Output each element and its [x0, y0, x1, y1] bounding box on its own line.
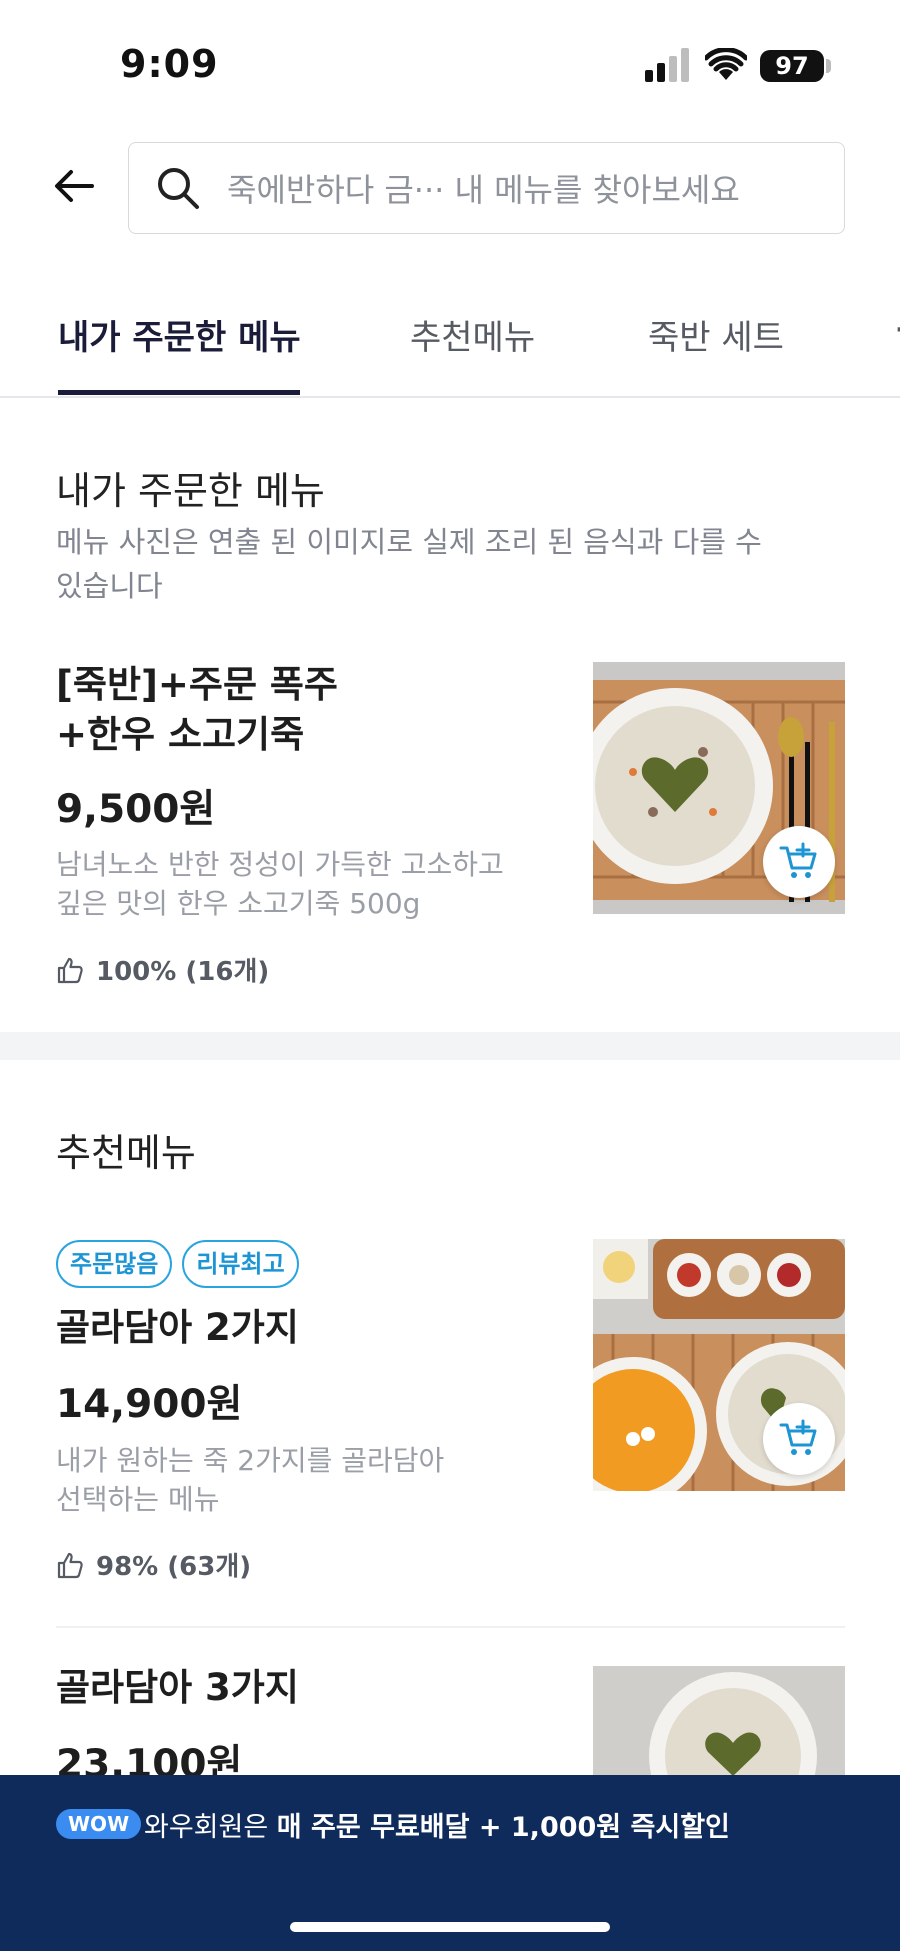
status-time: 9:09	[120, 42, 219, 86]
item-name: 골라담아 2가지	[56, 1306, 299, 1349]
add-to-cart-button[interactable]	[763, 1403, 835, 1475]
item-desc-line2: 선택하는 메뉴	[56, 1483, 220, 1516]
item-desc-line1: 내가 원하는 죽 2가지를 골라담아	[56, 1444, 445, 1477]
item-desc-line2: 깊은 맛의 한우 소고기죽 500g	[56, 887, 421, 920]
menu-tabs: 내가 주문한 메뉴 추천메뉴 죽반 세트 ·	[0, 290, 900, 398]
tab-set[interactable]: 죽반 세트	[648, 310, 784, 359]
wow-banner-text: 와우회원은 매 주문 무료배달 + 1,000원 즉시할인	[144, 1805, 730, 1844]
arrow-left-icon	[55, 170, 94, 202]
search-input[interactable]: 죽에반하다 금··· 내 메뉴를 찾아보세요	[128, 142, 845, 234]
item-description: 내가 원하는 죽 2가지를 골라담아 선택하는 메뉴	[56, 1441, 576, 1519]
cart-plus-icon	[779, 842, 817, 878]
item-price: 9,500원	[56, 787, 216, 832]
battery-tip	[826, 59, 831, 73]
wow-badge: WOW	[56, 1809, 142, 1839]
section-title-ordered: 내가 주문한 메뉴	[56, 469, 325, 513]
badge-popular: 주문많음	[56, 1240, 173, 1288]
item-description: 남녀노소 반한 정성이 가득한 고소하고 깊은 맛의 한우 소고기죽 500g	[56, 845, 576, 923]
photo-disclaimer: 메뉴 사진은 연출 된 이미지로 실제 조리 된 음식과 다를 수 있습니다	[56, 525, 762, 603]
item-rating: 98% (63개)	[56, 1546, 251, 1583]
item-price: 14,900원	[56, 1382, 243, 1427]
item-name: 골라담아 3가지	[56, 1666, 299, 1709]
item-name-line1: [죽반]+주문 폭주	[56, 663, 338, 706]
back-button[interactable]	[48, 160, 100, 212]
section-divider	[0, 1032, 900, 1060]
status-bar: 9:09 97	[0, 0, 900, 110]
cart-plus-icon	[779, 1419, 817, 1455]
badge-best-review: 리뷰최고	[182, 1240, 299, 1288]
home-indicator[interactable]	[290, 1922, 610, 1932]
search-placeholder: 죽에반하다 금··· 내 메뉴를 찾아보세요	[227, 171, 740, 209]
row-divider	[56, 1626, 845, 1628]
item-name-line2: +한우 소고기죽	[56, 713, 305, 756]
badge-group: 주문많음 리뷰최고	[56, 1240, 299, 1288]
section-title-recommended: 추천메뉴	[56, 1131, 196, 1175]
item-desc-line1: 남녀노소 반한 정성이 가득한 고소하고	[56, 848, 504, 881]
search-icon	[158, 168, 199, 209]
wow-text-prefix: 와우회원은	[144, 1812, 277, 1843]
battery-icon: 97	[760, 50, 824, 82]
wow-text-bold: 매 주문 무료배달 + 1,000원 즉시할인	[276, 1812, 730, 1843]
food-photo-pick-3	[593, 1666, 845, 1775]
add-to-cart-button[interactable]	[763, 826, 835, 898]
rating-text: 100% (16개)	[96, 957, 270, 987]
rating-text: 98% (63개)	[96, 1552, 252, 1582]
cellular-signal-icon	[645, 48, 689, 82]
wifi-icon	[705, 48, 747, 80]
tab-ordered-menu[interactable]: 내가 주문한 메뉴	[58, 310, 301, 359]
item-name: [죽반]+주문 폭주 +한우 소고기죽	[56, 660, 576, 760]
tab-next-partial[interactable]: ·	[894, 310, 900, 350]
active-tab-indicator	[58, 390, 300, 395]
thumbs-up-icon	[57, 957, 83, 983]
item-rating: 100% (16개)	[56, 951, 269, 988]
thumbs-up-icon	[57, 1552, 83, 1578]
tab-recommended[interactable]: 추천메뉴	[410, 310, 535, 359]
